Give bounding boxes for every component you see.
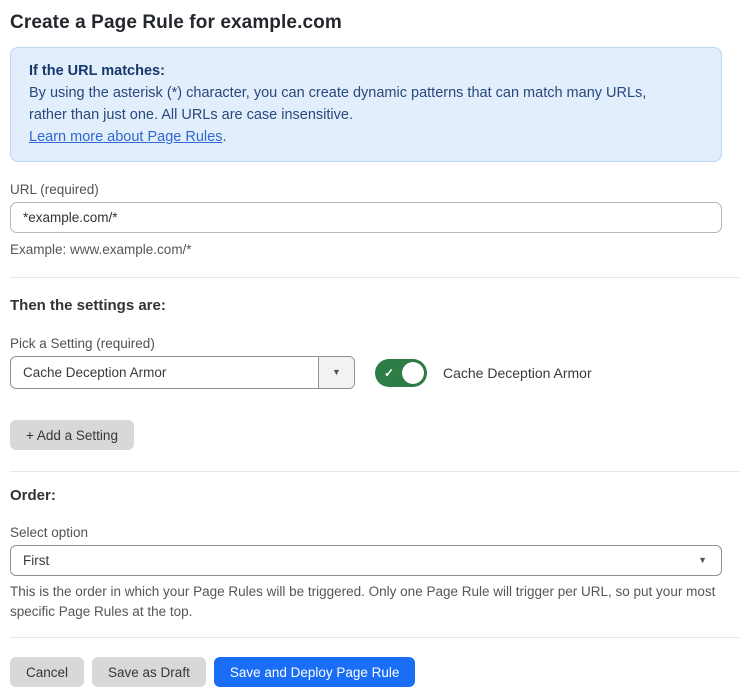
order-select[interactable]: First ▼: [10, 545, 722, 576]
footer-actions: Cancel Save as Draft Save and Deploy Pag…: [10, 657, 722, 687]
info-box-body: By using the asterisk (*) character, you…: [29, 82, 679, 126]
cache-deception-armor-toggle[interactable]: ✓: [375, 359, 427, 387]
info-box-link-line: Learn more about Page Rules.: [29, 126, 703, 148]
divider: [10, 277, 740, 278]
url-example-helper: Example: www.example.com/*: [10, 240, 722, 260]
check-icon: ✓: [384, 365, 394, 381]
url-field-label: URL (required): [10, 182, 722, 197]
divider: [10, 637, 740, 638]
url-input[interactable]: [10, 202, 722, 233]
setting-picker-label: Pick a Setting (required): [10, 336, 722, 351]
toggle-wrap: ✓ Cache Deception Armor: [375, 359, 592, 387]
toggle-label: Cache Deception Armor: [443, 365, 592, 381]
chevron-down-icon: ▼: [332, 368, 341, 377]
url-match-info-box: If the URL matches: By using the asteris…: [10, 47, 722, 162]
settings-section-heading: Then the settings are:: [10, 297, 722, 314]
order-select-value: First: [23, 553, 49, 568]
order-select-label: Select option: [10, 525, 722, 540]
order-section-heading: Order:: [10, 487, 722, 504]
divider: [10, 471, 740, 472]
setting-select-value: Cache Deception Armor: [11, 357, 318, 388]
info-box-heading: If the URL matches:: [29, 60, 703, 82]
order-helper-text: This is the order in which your Page Rul…: [10, 582, 722, 622]
save-as-draft-button[interactable]: Save as Draft: [92, 657, 206, 687]
chevron-down-icon: ▼: [698, 556, 707, 565]
setting-select-caret-button[interactable]: ▼: [318, 357, 354, 388]
page-rule-form: Create a Page Rule for example.com If th…: [0, 0, 750, 687]
toggle-knob: [402, 362, 424, 384]
setting-select[interactable]: Cache Deception Armor ▼: [10, 356, 355, 389]
setting-row: Cache Deception Armor ▼ ✓ Cache Deceptio…: [10, 356, 722, 389]
add-setting-button[interactable]: + Add a Setting: [10, 420, 134, 450]
page-title: Create a Page Rule for example.com: [10, 12, 722, 34]
cancel-button[interactable]: Cancel: [10, 657, 84, 687]
link-suffix: .: [222, 129, 226, 145]
learn-more-link[interactable]: Learn more about Page Rules: [29, 129, 222, 145]
save-and-deploy-button[interactable]: Save and Deploy Page Rule: [214, 657, 416, 687]
